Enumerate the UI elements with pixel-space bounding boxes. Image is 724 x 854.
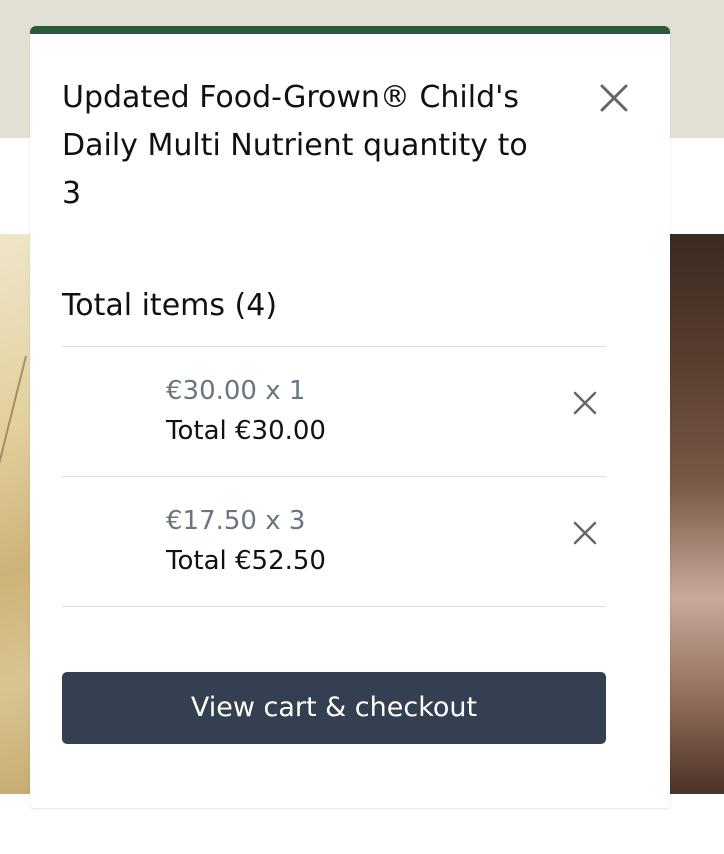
item-unit-price: €30.00 x 1 [166, 376, 306, 406]
close-icon [573, 391, 597, 415]
grass-stalk [0, 355, 27, 493]
item-total: Total €52.50 [166, 546, 326, 576]
item-unit-price: €17.50 x 3 [166, 506, 306, 536]
hero-image-left [0, 234, 30, 794]
remove-item-button[interactable] [570, 388, 600, 418]
hero-image-right [670, 234, 724, 794]
close-icon [573, 521, 597, 545]
divider [62, 606, 606, 607]
item-total: Total €30.00 [166, 416, 326, 446]
cart-item: €30.00 x 1 Total €30.00 [62, 346, 606, 476]
notification-message: Updated Food-Grown® Child's Daily Multi … [62, 80, 528, 211]
total-items-label: Total items (4) [62, 288, 278, 323]
cart-notification-panel: Updated Food-Grown® Child's Daily Multi … [30, 26, 670, 808]
remove-item-button[interactable] [570, 518, 600, 548]
cart-item: €17.50 x 3 Total €52.50 [62, 476, 606, 606]
close-notification-button[interactable] [594, 78, 634, 118]
close-icon [600, 84, 628, 112]
view-cart-checkout-button[interactable]: View cart & checkout [62, 672, 606, 744]
